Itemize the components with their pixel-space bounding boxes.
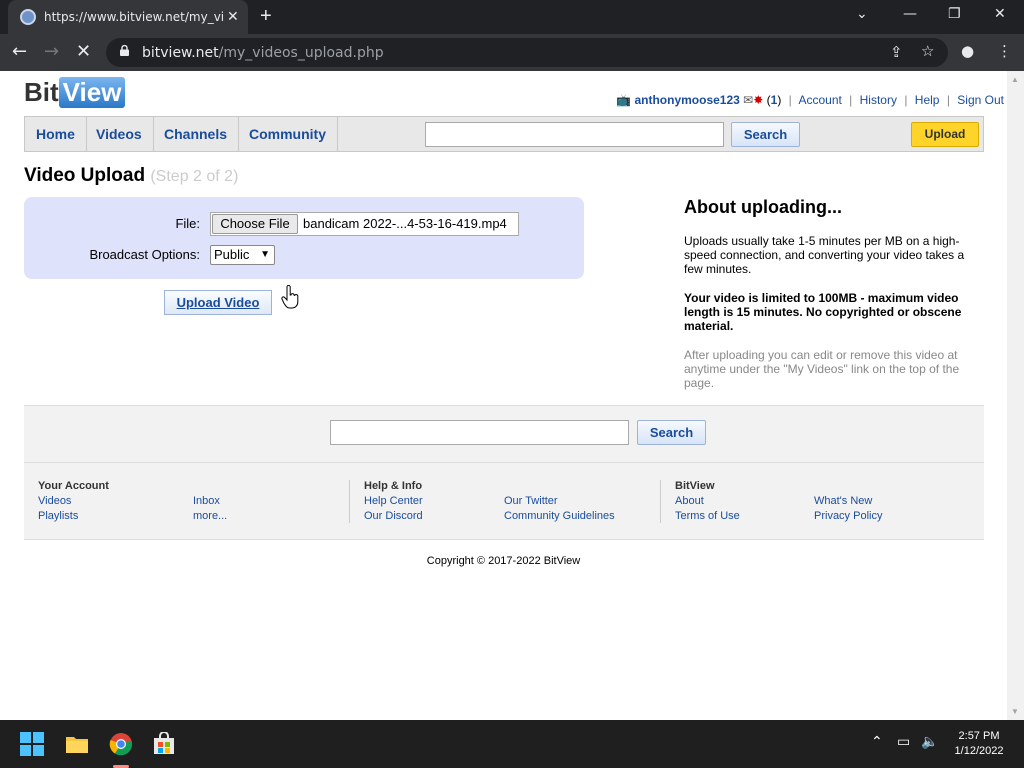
volume-icon[interactable]: 🔈 bbox=[921, 734, 938, 750]
broadcast-options-select[interactable]: Public ▼ bbox=[210, 245, 275, 265]
footer-bitview-title: BitView bbox=[675, 480, 715, 492]
about-uploading-heading: About uploading... bbox=[684, 197, 842, 217]
main-nav: Home Videos Channels Community Search Up… bbox=[24, 116, 984, 152]
share-icon[interactable]: ⇪ bbox=[890, 43, 903, 61]
scroll-down-icon[interactable]: ▼ bbox=[1011, 707, 1019, 716]
network-icon[interactable]: ▭ bbox=[897, 734, 910, 750]
file-input[interactable]: Choose File bandicam 2022-...4-53-16-419… bbox=[210, 212, 519, 236]
chrome-icon[interactable] bbox=[109, 732, 133, 756]
user-bar: 📺 anthonymoose123 ✉✸ (1) | Account | His… bbox=[616, 93, 1004, 107]
footer-search-bar: Search bbox=[24, 405, 984, 463]
account-link[interactable]: Account bbox=[798, 93, 841, 107]
restore-icon[interactable]: ❐ bbox=[948, 6, 961, 22]
window-close-icon[interactable]: ✕ bbox=[994, 6, 1006, 22]
minimize-icon[interactable]: — bbox=[903, 6, 917, 22]
mail-count-link[interactable]: 1 bbox=[771, 93, 778, 107]
tv-icon: 📺 bbox=[616, 93, 632, 107]
footer-more-link[interactable]: more... bbox=[193, 510, 227, 522]
browser-toolbar: ← → ✕ bitview.net/my_videos_upload.php ⇪… bbox=[0, 34, 1024, 71]
header-search-button[interactable]: Search bbox=[731, 122, 800, 147]
history-link[interactable]: History bbox=[860, 93, 897, 107]
bookmark-star-icon[interactable]: ☆ bbox=[921, 42, 934, 60]
back-arrow-icon[interactable]: ← bbox=[12, 41, 27, 62]
file-label: File: bbox=[175, 216, 200, 231]
tab-title: https://www.bitview.net/my_vide bbox=[44, 10, 224, 24]
footer-search-input[interactable] bbox=[330, 420, 629, 445]
browser-tab[interactable]: https://www.bitview.net/my_vide ✕ bbox=[8, 0, 248, 34]
browser-tab-strip: https://www.bitview.net/my_vide ✕ + ⌄ — … bbox=[0, 0, 1024, 34]
selected-file-name: bandicam 2022-...4-53-16-419.mp4 bbox=[303, 216, 507, 231]
site-favicon-icon bbox=[20, 9, 36, 25]
footer-videos-link[interactable]: Videos bbox=[38, 495, 71, 507]
step-indicator: (Step 2 of 2) bbox=[150, 168, 239, 185]
profile-icon[interactable]: ● bbox=[961, 42, 974, 60]
upload-video-button[interactable]: Upload Video bbox=[164, 290, 272, 315]
page-scrollbar[interactable]: ▲ ▼ bbox=[1007, 71, 1024, 720]
footer-help-center-link[interactable]: Help Center bbox=[364, 495, 423, 507]
footer-playlists-link[interactable]: Playlists bbox=[38, 510, 78, 522]
page-content: Bit View 📺 anthonymoose123 ✉✸ (1) | Accou… bbox=[0, 71, 1007, 720]
stop-loading-icon[interactable]: ✕ bbox=[76, 41, 91, 62]
footer-inbox-link[interactable]: Inbox bbox=[193, 495, 220, 507]
choose-file-button[interactable]: Choose File bbox=[212, 214, 298, 234]
new-tab-icon[interactable]: + bbox=[260, 5, 272, 28]
scroll-up-icon[interactable]: ▲ bbox=[1011, 75, 1019, 84]
footer-links: Your Account Videos Playlists Inbox more… bbox=[24, 463, 984, 540]
page-title: Video Upload (Step 2 of 2) bbox=[24, 165, 239, 186]
mail-icon[interactable]: ✉✸ bbox=[743, 93, 763, 107]
nav-channels[interactable]: Channels bbox=[153, 117, 240, 151]
footer-about-link[interactable]: About bbox=[675, 495, 704, 507]
tray-expand-icon[interactable]: ⌃ bbox=[871, 734, 883, 750]
browser-menu-icon[interactable]: ⋮ bbox=[997, 42, 1012, 60]
tab-close-icon[interactable]: ✕ bbox=[227, 8, 239, 25]
tab-search-chevron-icon[interactable]: ⌄ bbox=[856, 6, 868, 22]
help-link[interactable]: Help bbox=[915, 93, 940, 107]
forward-arrow-icon[interactable]: → bbox=[44, 41, 59, 62]
header-upload-button[interactable]: Upload bbox=[911, 122, 979, 147]
sign-out-link[interactable]: Sign Out bbox=[957, 93, 1004, 107]
footer-community-guidelines-link[interactable]: Community Guidelines bbox=[504, 510, 615, 522]
footer-discord-link[interactable]: Our Discord bbox=[364, 510, 423, 522]
footer-terms-link[interactable]: Terms of Use bbox=[675, 510, 740, 522]
footer-twitter-link[interactable]: Our Twitter bbox=[504, 495, 558, 507]
hand-cursor-icon bbox=[281, 285, 299, 309]
footer-your-account-title: Your Account bbox=[38, 480, 109, 492]
about-paragraph-limits: Your video is limited to 100MB - maximum… bbox=[684, 291, 962, 333]
copyright-text: Copyright © 2017-2022 BitView bbox=[426, 555, 581, 567]
windows-start-icon[interactable] bbox=[20, 732, 44, 756]
address-bar[interactable]: bitview.net/my_videos_upload.php ⇪ ☆ bbox=[106, 38, 948, 67]
footer-search-button[interactable]: Search bbox=[637, 420, 706, 445]
nav-community[interactable]: Community bbox=[238, 117, 338, 151]
bitview-logo[interactable]: Bit View bbox=[24, 77, 126, 111]
lock-icon bbox=[120, 45, 129, 56]
footer-whats-new-link[interactable]: What's New bbox=[814, 495, 872, 507]
broadcast-options-label: Broadcast Options: bbox=[89, 247, 200, 262]
about-paragraph-speed: Uploads usually take 1-5 minutes per MB … bbox=[684, 234, 965, 276]
footer-privacy-link[interactable]: Privacy Policy bbox=[814, 510, 882, 522]
upload-form: File: Choose File bandicam 2022-...4-53-… bbox=[24, 197, 584, 279]
system-clock[interactable]: 2:57 PM 1/12/2022 bbox=[944, 729, 1014, 759]
about-paragraph-edit: After uploading you can edit or remove t… bbox=[684, 348, 960, 390]
footer-divider bbox=[660, 480, 661, 523]
chevron-down-icon: ▼ bbox=[260, 249, 270, 260]
footer-divider bbox=[349, 480, 350, 523]
nav-videos[interactable]: Videos bbox=[85, 117, 154, 151]
store-icon[interactable] bbox=[152, 732, 176, 756]
windows-taskbar: ⌃ ▭ 🔈 2:57 PM 1/12/2022 bbox=[0, 720, 1024, 768]
file-explorer-icon[interactable] bbox=[65, 732, 89, 756]
username-link[interactable]: anthonymoose123 bbox=[634, 93, 739, 107]
header-search-input[interactable] bbox=[425, 122, 724, 147]
nav-home[interactable]: Home bbox=[25, 117, 87, 151]
url-text: bitview.net/my_videos_upload.php bbox=[142, 45, 384, 61]
footer-help-info-title: Help & Info bbox=[364, 480, 423, 492]
